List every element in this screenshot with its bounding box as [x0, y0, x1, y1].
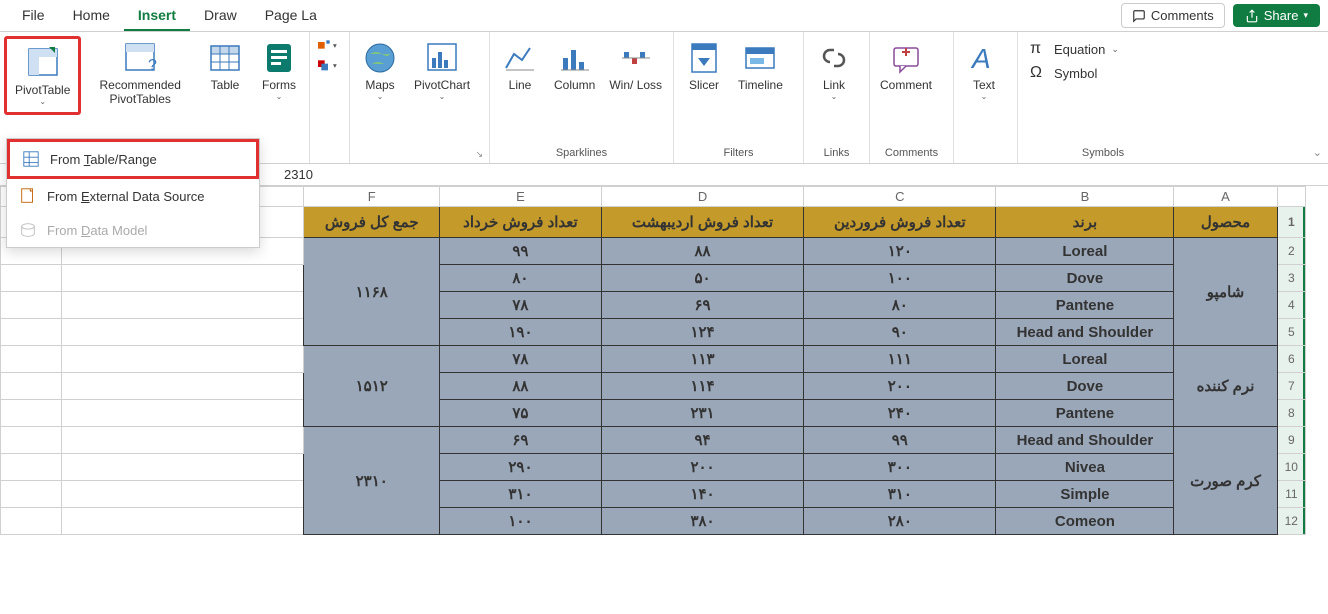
- external-data-icon: [19, 187, 37, 205]
- svg-text:A: A: [970, 43, 991, 74]
- from-external-item[interactable]: From External Data Source: [7, 179, 259, 213]
- addins-icon[interactable]: ▾: [318, 40, 338, 54]
- recommended-pivot-icon: ?: [122, 40, 158, 76]
- table-icon: [207, 40, 243, 76]
- text-button[interactable]: A Text ⌄: [958, 36, 1010, 105]
- timeline-button[interactable]: Timeline: [732, 36, 789, 96]
- table-row: ۲۹۰ ۲۰۰ ۳۰۰ Nivea 10: [1, 454, 1306, 481]
- group-filters-label: Filters: [678, 145, 799, 161]
- equation-button[interactable]: π Equation ⌄: [1030, 40, 1119, 58]
- table-row: ۱۰۰ ۳۸۰ ۲۸۰ Comeon 12: [1, 508, 1306, 535]
- menu-bar: File Home Insert Draw Page La Comments S…: [0, 0, 1328, 32]
- menu-file[interactable]: File: [8, 1, 59, 31]
- worksheet[interactable]: N F E D C B A جمع کل فروش تعداد فروش خرد…: [0, 186, 1328, 614]
- sparkline-winloss-button[interactable]: Win/ Loss: [603, 36, 668, 96]
- comment-button[interactable]: Comment: [874, 36, 938, 96]
- chevron-down-icon: ⌄: [981, 92, 988, 101]
- menu-insert[interactable]: Insert: [124, 1, 190, 31]
- slicer-button[interactable]: Slicer: [678, 36, 730, 96]
- pivot-table-dropdown: From Table/Range From External Data Sour…: [6, 138, 260, 248]
- forms-icon: [261, 40, 297, 76]
- link-button[interactable]: Link ⌄: [808, 36, 860, 105]
- chevron-down-icon: ⌄: [39, 97, 46, 106]
- symbol-icon: Ω: [1030, 64, 1048, 82]
- table-row: ۱۵۱۲ ۷۸ ۱۱۳ ۱۱۱ Loreal نرم کننده 6: [1, 346, 1306, 373]
- pivot-table-button[interactable]: PivotTable ⌄: [9, 41, 76, 110]
- pivot-table-icon: [25, 45, 61, 81]
- share-button[interactable]: Share ▾: [1233, 4, 1320, 27]
- chevron-down-icon: ⌄: [831, 92, 838, 101]
- globe-icon: [362, 40, 398, 76]
- forms-button[interactable]: Forms ⌄: [253, 36, 305, 105]
- dialog-launcher-icon[interactable]: ↘: [472, 148, 486, 161]
- sparkline-column-button[interactable]: Column: [548, 36, 601, 96]
- pivot-chart-icon: [424, 40, 460, 76]
- symbol-button[interactable]: Ω Symbol: [1030, 64, 1097, 82]
- group-links-label: Links: [808, 145, 865, 161]
- svg-text:▾: ▾: [333, 61, 337, 70]
- comment-bubble-icon: [1132, 9, 1146, 23]
- pivot-chart-button[interactable]: PivotChart ⌄: [408, 36, 476, 105]
- table-row: ۷۵ ۲۳۱ ۲۴۰ Pantene 8: [1, 400, 1306, 427]
- from-table-range-item[interactable]: From Table/Range: [10, 142, 256, 176]
- chevron-down-icon: ⌄: [1111, 44, 1119, 55]
- link-icon: [816, 40, 852, 76]
- menu-draw[interactable]: Draw: [190, 1, 251, 31]
- recommended-pivot-button[interactable]: ? Recommended PivotTables: [83, 36, 197, 110]
- text-icon: A: [966, 40, 1002, 76]
- table-row: ۸۰ ۵۰ ۱۰۰ Dove 3: [1, 265, 1306, 292]
- maps-button[interactable]: Maps ⌄: [354, 36, 406, 105]
- table-row: ۱۹۰ ۱۲۴ ۹۰ Head and Shoulder 5: [1, 319, 1306, 346]
- sparkline-line-button[interactable]: Line: [494, 36, 546, 96]
- equation-icon: π: [1030, 40, 1048, 58]
- table-row: ۲۳۱۰ ۶۹ ۹۴ ۹۹ Head and Shoulder کرم صورت…: [1, 427, 1306, 454]
- sparkline-line-icon: [502, 40, 538, 76]
- table-row: ۷۸ ۶۹ ۸۰ Pantene 4: [1, 292, 1306, 319]
- table-button[interactable]: Table: [199, 36, 251, 96]
- menu-pagelayout[interactable]: Page La: [251, 1, 331, 31]
- timeline-icon: [742, 40, 778, 76]
- sparkline-winloss-icon: [618, 40, 654, 76]
- comments-button[interactable]: Comments: [1121, 3, 1225, 28]
- from-data-model-item: From Data Model: [7, 213, 259, 247]
- chevron-down-icon: ⌄: [377, 92, 384, 101]
- table-row: ۳۱۰ ۱۴۰ ۳۱۰ Simple 11: [1, 481, 1306, 508]
- chevron-down-icon: ⌄: [276, 92, 283, 101]
- group-comments-label: Comments: [874, 145, 949, 161]
- svg-text:?: ?: [148, 57, 157, 74]
- table-row: ۸۸ ۱۱۴ ۲۰۰ Dove 7: [1, 373, 1306, 400]
- menu-home[interactable]: Home: [59, 1, 124, 31]
- chevron-down-icon: ▾: [1303, 10, 1308, 21]
- ribbon-collapse-icon[interactable]: ⌄: [1313, 144, 1322, 159]
- chevron-down-icon: ⌄: [439, 92, 446, 101]
- new-comment-icon: [888, 40, 924, 76]
- group-sparklines-label: Sparklines: [494, 145, 669, 161]
- sparkline-column-icon: [557, 40, 593, 76]
- group-symbols-label: Symbols: [1022, 145, 1184, 161]
- share-icon: [1245, 9, 1259, 23]
- table-range-icon: [22, 150, 40, 168]
- svg-text:▾: ▾: [333, 41, 337, 50]
- slicer-icon: [686, 40, 722, 76]
- addins-icon-2[interactable]: ▾: [318, 60, 338, 74]
- data-model-icon: [19, 221, 37, 239]
